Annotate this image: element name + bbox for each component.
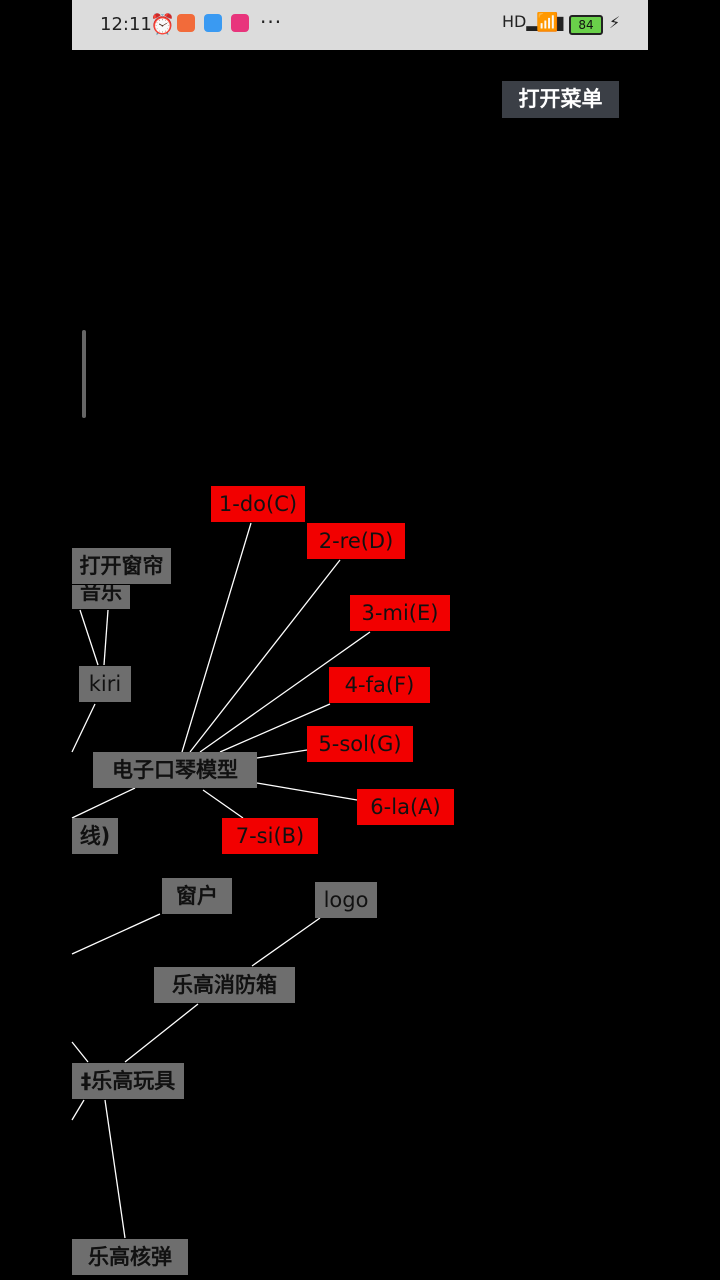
edge — [124, 1003, 199, 1063]
edge — [71, 787, 136, 819]
node-mi[interactable]: 3-mi(E) — [350, 595, 450, 631]
edge — [71, 1041, 89, 1063]
node-firebox[interactable]: 乐高消防箱 — [154, 967, 295, 1003]
node-kiri[interactable]: kiri — [79, 666, 131, 702]
node-do[interactable]: 1-do(C) — [211, 486, 305, 522]
node-window[interactable]: 窗户 — [162, 878, 232, 914]
edge — [104, 1099, 126, 1239]
edge — [256, 782, 358, 801]
node-la[interactable]: 6-la(A) — [357, 789, 454, 825]
edge — [71, 913, 161, 955]
node-re[interactable]: 2-re(D) — [307, 523, 405, 559]
node-nuke[interactable]: 乐高核弹 — [72, 1239, 188, 1275]
edge — [202, 789, 244, 819]
edge — [71, 703, 96, 753]
node-logo[interactable]: logo — [315, 882, 377, 918]
node-curtain[interactable]: 打开窗帘 — [72, 548, 171, 584]
node-keyboard[interactable]: 电子口琴模型 — [93, 752, 257, 788]
edge — [71, 1099, 85, 1121]
node-si[interactable]: 7-si(B) — [222, 818, 318, 854]
edge — [189, 559, 341, 753]
node-music[interactable]: 音乐 — [72, 585, 130, 609]
node-line[interactable]: 线) — [72, 818, 118, 854]
edge — [103, 609, 109, 666]
node-sol[interactable]: 5-sol(G) — [307, 726, 413, 762]
edge — [251, 917, 321, 967]
edge — [79, 609, 99, 666]
edge — [256, 749, 308, 759]
node-fa[interactable]: 4-fa(F) — [329, 667, 430, 703]
node-lego-toy[interactable]: ‡乐高玩具 — [72, 1063, 184, 1099]
